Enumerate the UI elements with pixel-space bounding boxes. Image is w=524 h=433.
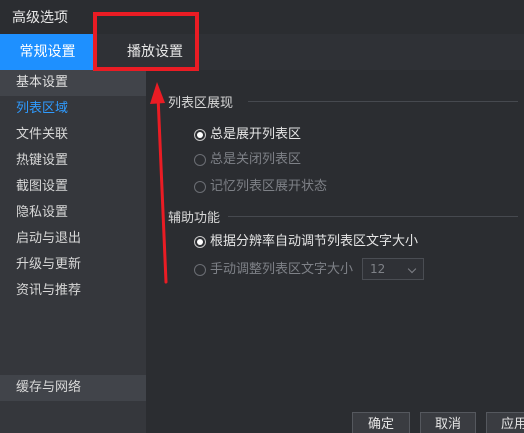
sidebar: 基本设置 列表区域 文件关联 热键设置 截图设置 隐私设置 启动与退出 升级与更… (0, 70, 146, 433)
sidebar-item-update[interactable]: 升级与更新 (0, 252, 146, 278)
cancel-button[interactable]: 取消 (420, 412, 476, 433)
apply-button[interactable]: 应用 (486, 412, 524, 433)
sidebar-item-startup-exit[interactable]: 启动与退出 (0, 226, 146, 252)
font-size-value: 12 (370, 262, 386, 276)
aux-group-title: 辅助功能 (168, 211, 221, 226)
sidebar-item-screenshot[interactable]: 截图设置 (0, 174, 146, 200)
list-group-title: 列表区展现 (168, 96, 234, 111)
radio-selected-icon[interactable] (194, 236, 206, 248)
sidebar-item-file-association[interactable]: 文件关联 (0, 122, 146, 148)
sidebar-item-privacy[interactable]: 隐私设置 (0, 200, 146, 226)
settings-content: 列表区展现 总是展开列表区 总是关闭列表区 记忆列表区展开状态 辅助功能 根据分… (146, 70, 524, 433)
sidebar-item-list-area[interactable]: 列表区域 (0, 96, 146, 122)
radio-selected-icon[interactable] (194, 129, 206, 141)
option-label: 手动调整列表区文字大小 (210, 262, 354, 277)
chevron-down-icon (407, 264, 417, 274)
option-label: 记忆列表区展开状态 (210, 179, 328, 194)
tab-bar: 常规设置 播放设置 (0, 34, 524, 70)
option-label: 根据分辨率自动调节列表区文字大小 (210, 234, 419, 249)
radio-empty-icon[interactable] (194, 264, 206, 276)
ok-button[interactable]: 确定 (352, 412, 410, 433)
footer-divider (146, 408, 524, 409)
aux-group-divider (228, 216, 518, 217)
tab-general-settings[interactable]: 常规设置 (0, 34, 95, 70)
option-label: 总是展开列表区 (210, 127, 302, 142)
annotation-arrow-icon (150, 82, 168, 284)
font-size-select[interactable]: 12 (362, 258, 424, 280)
title-bar: 高级选项 (0, 0, 524, 34)
sidebar-item-basic[interactable]: 基本设置 (0, 70, 146, 96)
sidebar-item-hotkeys[interactable]: 热键设置 (0, 148, 146, 174)
radio-empty-icon[interactable] (194, 154, 206, 166)
annotation-highlight-box (93, 12, 199, 71)
window-title: 高级选项 (12, 10, 68, 26)
radio-empty-icon[interactable] (194, 181, 206, 193)
sidebar-item-cache-network[interactable]: 缓存与网络 (0, 375, 146, 401)
list-group-divider (248, 101, 518, 102)
sidebar-item-news[interactable]: 资讯与推荐 (0, 278, 146, 304)
option-label: 总是关闭列表区 (210, 152, 302, 167)
